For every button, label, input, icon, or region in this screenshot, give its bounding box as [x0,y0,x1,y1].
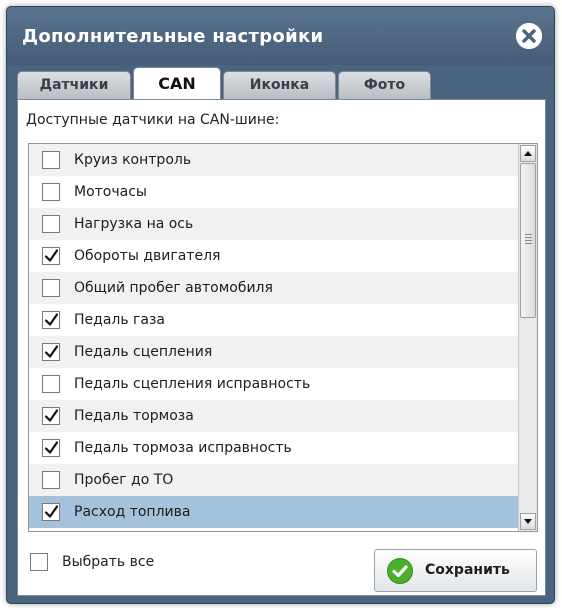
sensor-label: Педаль сцепления исправность [74,376,311,392]
close-icon [516,23,542,49]
tab-sensors[interactable]: Датчики [17,71,131,99]
sensor-row[interactable]: Пробег до ТО [29,464,519,496]
arrow-up-icon [524,151,532,156]
sensor-checkbox[interactable] [42,503,60,521]
check-circle-icon [387,558,413,584]
sensor-checkbox[interactable] [42,343,60,361]
list-scrollbar[interactable] [518,144,537,531]
sensor-checkbox[interactable] [42,439,60,457]
sensor-row[interactable]: Расход топлива [29,496,519,528]
sensor-label: Педаль сцепления [74,344,213,360]
sensor-row[interactable]: Нагрузка на ось [29,208,519,240]
panel-subtitle: Доступные датчики на CAN-шине: [26,112,280,128]
select-all-label: Выбрать все [62,554,155,570]
arrow-down-icon [524,519,532,524]
checkmark-icon [44,313,59,326]
can-panel: Доступные датчики на CAN-шине: Круиз кон… [17,99,546,596]
grip-line [525,237,532,238]
sensor-label: Педаль газа [74,312,166,328]
sensor-row[interactable]: Педаль сцепления исправность [29,368,519,400]
tab-photo[interactable]: Фото [338,71,431,99]
sensor-label: Круиз контроль [74,152,192,168]
dialog-titlebar: Дополнительные настройки [7,7,554,65]
scroll-up-button[interactable] [520,145,536,162]
checkmark-icon [44,409,59,422]
sensor-checkbox[interactable] [42,375,60,393]
grip-line [525,243,532,244]
sensor-label: Педаль тормоза [74,408,194,424]
sensor-row[interactable]: Педаль тормоза исправность [29,432,519,464]
sensor-label: Пробег до ТО [74,472,174,488]
sensor-checkbox[interactable] [42,183,60,201]
sensor-checkbox[interactable] [42,215,60,233]
sensor-label: Общий пробег автомобиля [74,280,273,296]
sensor-checkbox[interactable] [42,151,60,169]
checkmark-icon [44,441,59,454]
sensor-checkbox[interactable] [42,279,60,297]
sensor-list[interactable]: Круиз контроль Моточасы Нагрузка на ось Обо… [28,143,538,532]
checkmark-icon [44,505,59,518]
close-button[interactable] [516,23,542,49]
sensor-label: Обороты двигателя [74,248,221,264]
save-button[interactable]: Сохранить [374,549,537,592]
tab-can[interactable]: CAN [133,67,221,100]
grip-line [525,234,532,235]
sensor-row[interactable]: Педаль газа [29,304,519,336]
sensor-checkbox[interactable] [42,247,60,265]
checkmark-icon [44,345,59,358]
sensor-row[interactable]: Моточасы [29,176,519,208]
sensor-row[interactable]: Педаль сцепления [29,336,519,368]
sensor-checkbox[interactable] [42,311,60,329]
sensor-label: Нагрузка на ось [74,216,194,232]
settings-dialog: Дополнительные настройки Датчики CAN Ико… [6,6,555,604]
sensor-label: Моточасы [74,184,147,200]
grip-line [525,240,532,241]
dialog-title: Дополнительные настройки [22,26,324,47]
sensor-row[interactable]: Круиз контроль [29,144,519,176]
tab-icon[interactable]: Иконка [223,71,336,99]
scroll-down-button[interactable] [520,513,536,530]
sensor-row[interactable]: Общий пробег автомобиля [29,272,519,304]
sensor-checkbox[interactable] [42,471,60,489]
select-all-checkbox[interactable] [30,553,48,571]
sensor-row[interactable]: Педаль тормоза [29,400,519,432]
scroll-thumb[interactable] [520,163,536,318]
checkmark-icon [44,249,59,262]
sensor-row[interactable]: Обороты двигателя [29,240,519,272]
save-button-label: Сохранить [425,562,510,578]
sensor-checkbox[interactable] [42,407,60,425]
sensor-label: Педаль тормоза исправность [74,440,292,456]
sensor-label: Расход топлива [74,504,191,520]
